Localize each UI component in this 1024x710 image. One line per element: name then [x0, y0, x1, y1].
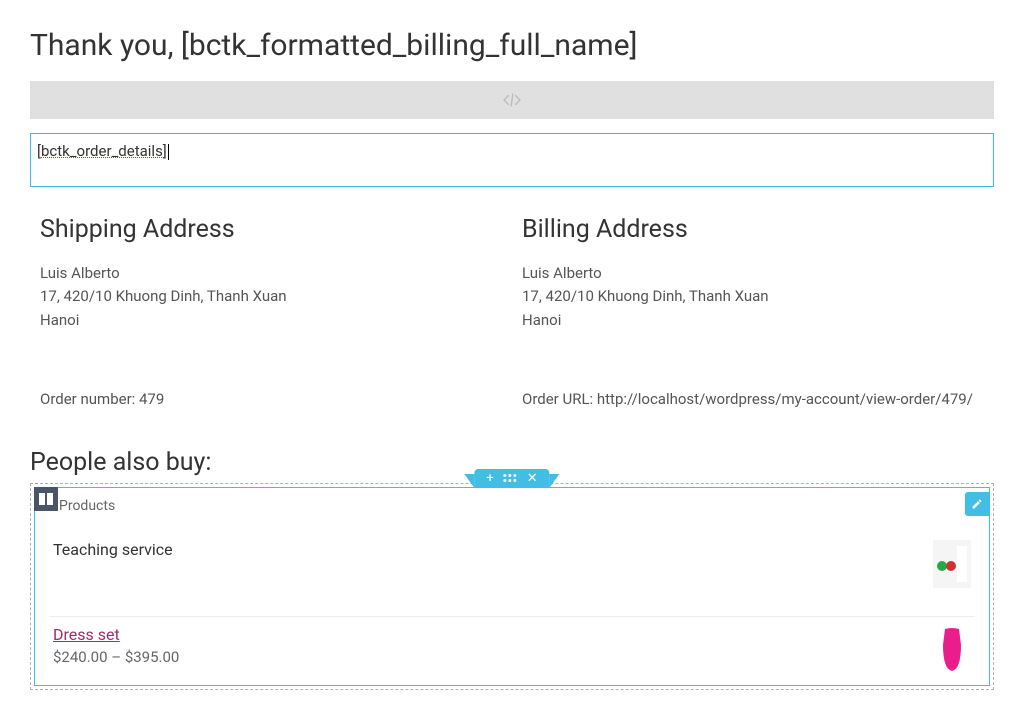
- shipping-line1: 17, 420/10 Khuong Dinh, Thanh Xuan: [40, 285, 502, 308]
- product-title[interactable]: Dress set: [53, 625, 921, 644]
- product-info: Teaching service: [53, 540, 921, 563]
- pencil-icon: [971, 498, 983, 510]
- billing-line1: 17, 420/10 Khuong Dinh, Thanh Xuan: [522, 285, 984, 308]
- add-icon[interactable]: +: [486, 472, 493, 485]
- product-thumbnail[interactable]: [933, 625, 971, 673]
- text-cursor: [168, 144, 169, 160]
- section-type-badge[interactable]: [34, 487, 58, 511]
- shortcode-editor[interactable]: [bctk_order_details]: [30, 133, 994, 187]
- product-info: Dress set $240.00 – $395.00: [53, 625, 921, 666]
- code-block-placeholder[interactable]: [30, 81, 994, 119]
- product-row: Dress set $240.00 – $395.00: [49, 617, 975, 685]
- shipping-name: Luis Alberto: [40, 262, 502, 285]
- drag-handle-icon[interactable]: [504, 474, 517, 482]
- columns-icon: [39, 493, 53, 505]
- order-url: Order URL: http://localhost/wordpress/my…: [522, 390, 984, 408]
- product-thumbnail[interactable]: [933, 540, 971, 588]
- widget-inner[interactable]: Products Teaching service Dress set $240.0…: [34, 487, 990, 686]
- billing-name: Luis Alberto: [522, 262, 984, 285]
- product-row: Teaching service: [49, 532, 975, 617]
- product-price: $240.00 – $395.00: [53, 648, 921, 666]
- billing-heading: Billing Address: [522, 215, 984, 244]
- section-container[interactable]: Products Teaching service Dress set $240.0…: [30, 483, 994, 690]
- billing-address-block: Billing Address Luis Alberto 17, 420/10 …: [522, 215, 984, 408]
- edit-widget-button[interactable]: [965, 492, 989, 516]
- code-icon: [502, 92, 522, 108]
- widget-toolbar[interactable]: + ✕: [474, 469, 549, 488]
- page-title: Thank you, [bctk_formatted_billing_full_…: [30, 28, 994, 63]
- shipping-city: Hanoi: [40, 309, 502, 332]
- shipping-address-block: Shipping Address Luis Alberto 17, 420/10…: [40, 215, 502, 408]
- widget-label: Products: [59, 498, 975, 514]
- shipping-heading: Shipping Address: [40, 215, 502, 244]
- close-icon[interactable]: ✕: [527, 472, 538, 485]
- shortcode-text: [bctk_order_details]: [37, 142, 167, 160]
- product-title: Teaching service: [53, 540, 921, 559]
- billing-city: Hanoi: [522, 309, 984, 332]
- order-number: Order number: 479: [40, 390, 502, 408]
